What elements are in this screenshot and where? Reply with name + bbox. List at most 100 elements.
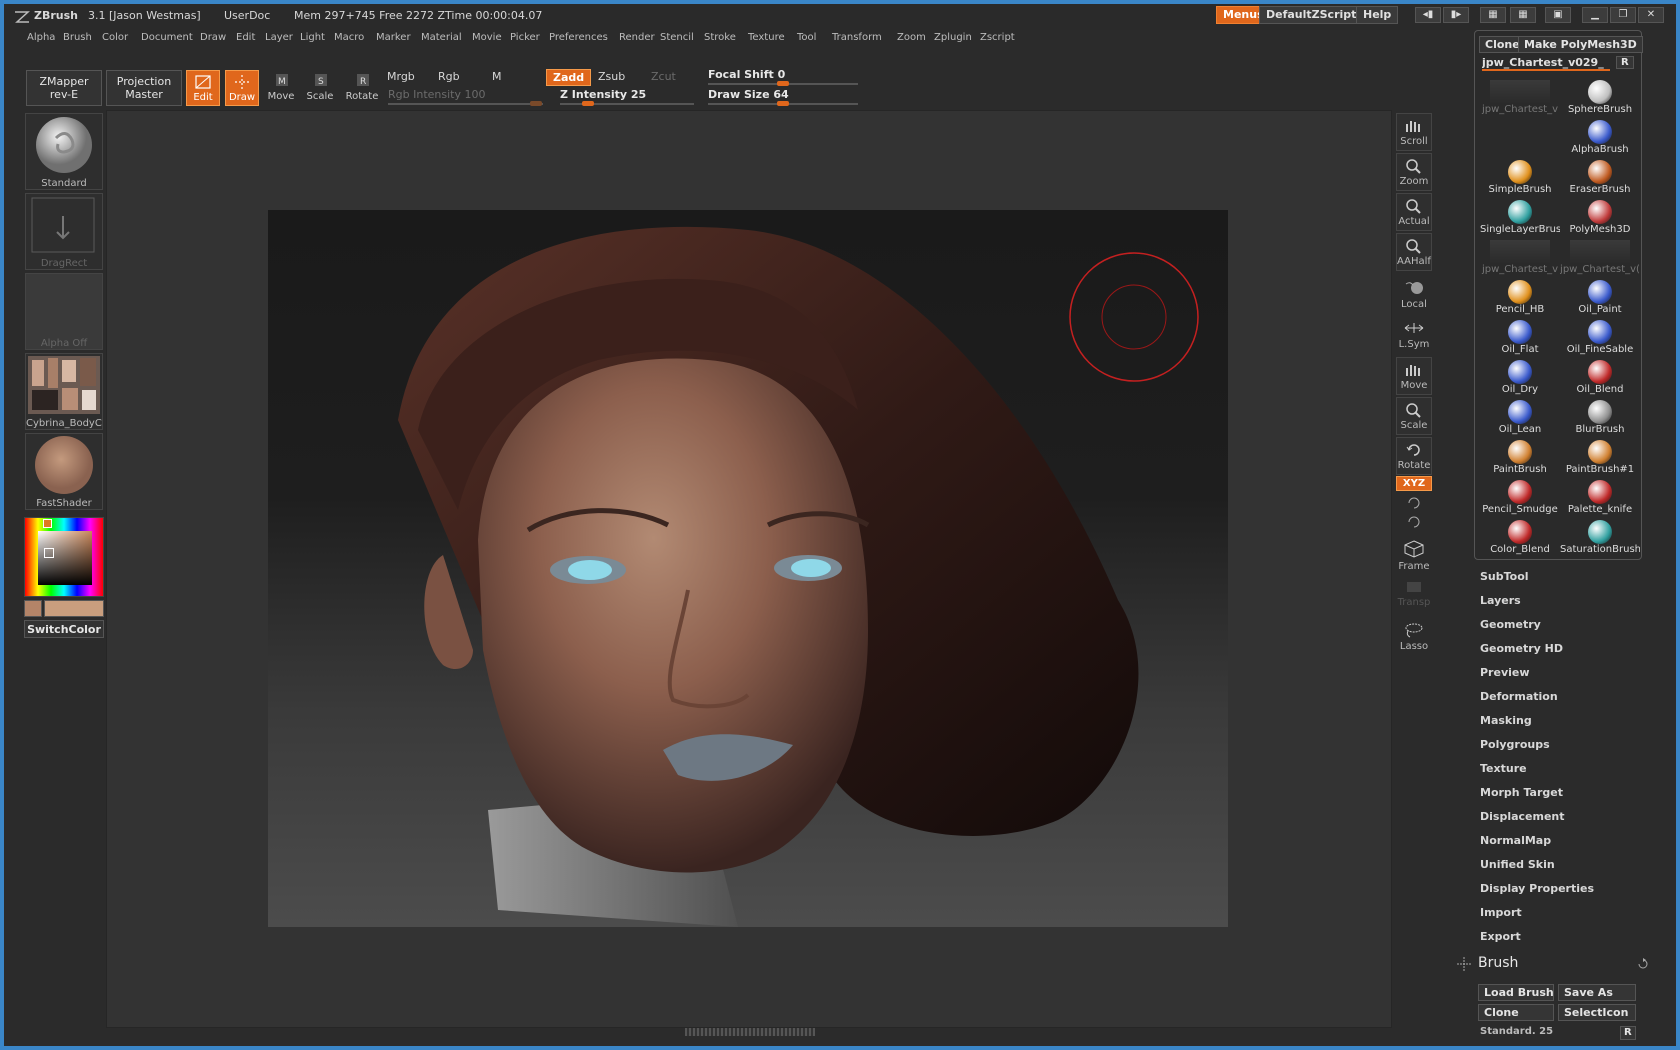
submenu-layers[interactable]: Layers [1480, 594, 1521, 607]
brush-item[interactable]: Oil_Paint [1560, 278, 1640, 318]
m-button[interactable]: M [492, 70, 502, 83]
brush-item[interactable]: PolyMesh3D [1560, 198, 1640, 238]
brush-item[interactable]: AlphaBrush [1560, 118, 1640, 158]
canvas-bottom-handle[interactable] [685, 1028, 815, 1036]
zcut-button[interactable]: Zcut [651, 70, 676, 83]
brush-item[interactable]: Color_Blend [1480, 518, 1560, 558]
color-cursor[interactable] [44, 548, 54, 558]
submenu-preview[interactable]: Preview [1480, 666, 1530, 679]
restore-icon[interactable]: ❐ [1610, 7, 1636, 23]
frame-button[interactable]: Frame [1396, 540, 1432, 572]
current-tool-name[interactable]: jpw_Chartest_v029_ [1482, 56, 1610, 71]
move-view-button[interactable]: Move [1396, 357, 1432, 395]
layout-icon[interactable]: ▦ [1480, 7, 1506, 23]
menu-material[interactable]: Material [421, 32, 462, 43]
menu-texture[interactable]: Texture [748, 32, 785, 43]
main-color-swatch[interactable] [44, 600, 104, 617]
brush-item[interactable]: BlurBrush [1560, 398, 1640, 438]
menu-zoom[interactable]: Zoom [897, 32, 926, 43]
select-icon-button[interactable]: SelectIcon [1558, 1004, 1636, 1021]
menu-layer[interactable]: Layer [265, 32, 293, 43]
menu-render[interactable]: Render [619, 32, 655, 43]
submenu-geometry[interactable]: Geometry [1480, 618, 1541, 631]
brush-item[interactable]: PaintBrush#1 [1560, 438, 1640, 478]
rotate-view-button[interactable]: Rotate [1396, 437, 1432, 475]
menu-stencil[interactable]: Stencil [660, 32, 694, 43]
rgb-intensity-slider[interactable]: Rgb Intensity 100 [388, 88, 485, 101]
rotate-z-button[interactable] [1396, 514, 1432, 533]
submenu-export[interactable]: Export [1480, 930, 1521, 943]
submenu-morph-target[interactable]: Morph Target [1480, 786, 1563, 799]
clone-brush-button[interactable]: Clone [1478, 1004, 1554, 1021]
brush-item[interactable]: jpw_Chartest_v( [1560, 238, 1640, 278]
menu-tool[interactable]: Tool [797, 32, 816, 43]
default-zscript-button[interactable]: DefaultZScript [1259, 6, 1364, 24]
menu-alpha[interactable]: Alpha [27, 32, 55, 43]
rgb-intensity-track[interactable] [388, 103, 543, 105]
rgb-button[interactable]: Rgb [438, 70, 460, 83]
brush-item[interactable]: SaturationBrush [1560, 518, 1640, 558]
refresh-icon[interactable] [1636, 957, 1650, 971]
brush-item[interactable]: Oil_FineSable [1560, 318, 1640, 358]
menu-zplugin[interactable]: Zplugin [934, 32, 972, 43]
document-canvas[interactable] [268, 210, 1228, 927]
brush-item[interactable]: EraserBrush [1560, 158, 1640, 198]
secondary-color-swatch[interactable] [24, 600, 42, 617]
menu-brush[interactable]: Brush [63, 32, 92, 43]
z-intensity-knob[interactable] [582, 101, 594, 106]
draw-size-knob[interactable] [777, 101, 789, 106]
menu-picker[interactable]: Picker [510, 32, 540, 43]
menu-marker[interactable]: Marker [376, 32, 411, 43]
submenu-unified-skin[interactable]: Unified Skin [1480, 858, 1555, 871]
menu-light[interactable]: Light [300, 32, 325, 43]
make-polymesh-button[interactable]: Make PolyMesh3D [1518, 36, 1643, 53]
submenu-polygroups[interactable]: Polygroups [1480, 738, 1550, 751]
layout2-icon[interactable]: ▦ [1510, 7, 1536, 23]
help-button[interactable]: Help [1356, 6, 1399, 24]
zmapper-button[interactable]: ZMapper rev-E [26, 70, 102, 106]
submenu-deformation[interactable]: Deformation [1480, 690, 1558, 703]
lasso-button[interactable]: Lasso [1396, 622, 1432, 652]
aahalf-button[interactable]: AAHalf [1396, 233, 1432, 271]
brush-r-button[interactable]: R [1620, 1026, 1636, 1040]
brush-item[interactable] [1480, 118, 1560, 158]
projection-master-button[interactable]: Projection Master [106, 70, 182, 106]
lsym-button[interactable]: L.Sym [1396, 320, 1432, 350]
alpha-thumbnail[interactable]: Alpha Off [25, 273, 103, 350]
actual-button[interactable]: Actual [1396, 193, 1432, 231]
brush-item[interactable]: jpw_Chartest_v [1480, 78, 1560, 118]
minimize-icon[interactable]: ▁ [1582, 7, 1608, 23]
menu-zscript[interactable]: Zscript [980, 32, 1015, 43]
save-as-button[interactable]: Save As [1558, 984, 1636, 1001]
scroll-button[interactable]: Scroll [1396, 113, 1432, 151]
focal-shift-knob[interactable] [777, 81, 789, 86]
brush-item[interactable]: Pencil_Smudge [1480, 478, 1560, 518]
brush-item[interactable]: PaintBrush [1480, 438, 1560, 478]
submenu-masking[interactable]: Masking [1480, 714, 1532, 727]
menu-document[interactable]: Document [141, 32, 193, 43]
move-button[interactable]: M Move [264, 70, 298, 106]
menu-transform[interactable]: Transform [832, 32, 882, 43]
tool-r-button[interactable]: R [1616, 56, 1634, 69]
edit-button[interactable]: Edit [186, 70, 220, 106]
draw-button[interactable]: Draw [225, 70, 259, 106]
brush-thumbnail[interactable]: Standard [25, 113, 103, 190]
zoom-button[interactable]: Zoom [1396, 153, 1432, 191]
brush-item[interactable]: Oil_Flat [1480, 318, 1560, 358]
tray-right-icon[interactable]: ▮▸ [1443, 7, 1469, 23]
color-picker[interactable] [24, 517, 104, 597]
zadd-button[interactable]: Zadd [546, 69, 592, 86]
brush-item[interactable]: Pencil_HB [1480, 278, 1560, 318]
close-icon[interactable]: ✕ [1638, 7, 1664, 23]
menu-macro[interactable]: Macro [334, 32, 364, 43]
scale-view-button[interactable]: Scale [1396, 397, 1432, 435]
menu-movie[interactable]: Movie [472, 32, 502, 43]
menu-preferences[interactable]: Preferences [549, 32, 608, 43]
brush-item[interactable]: jpw_Chartest_v [1480, 238, 1560, 278]
draw-size-slider[interactable]: Draw Size 64 [708, 88, 789, 101]
stroke-thumbnail[interactable]: DragRect [25, 193, 103, 270]
tray-left-icon[interactable]: ◂▮ [1415, 7, 1441, 23]
rgb-intensity-knob[interactable] [530, 101, 542, 106]
brush-item[interactable]: SingleLayerBrush [1480, 198, 1560, 238]
transp-button[interactable]: Transp [1396, 580, 1432, 608]
